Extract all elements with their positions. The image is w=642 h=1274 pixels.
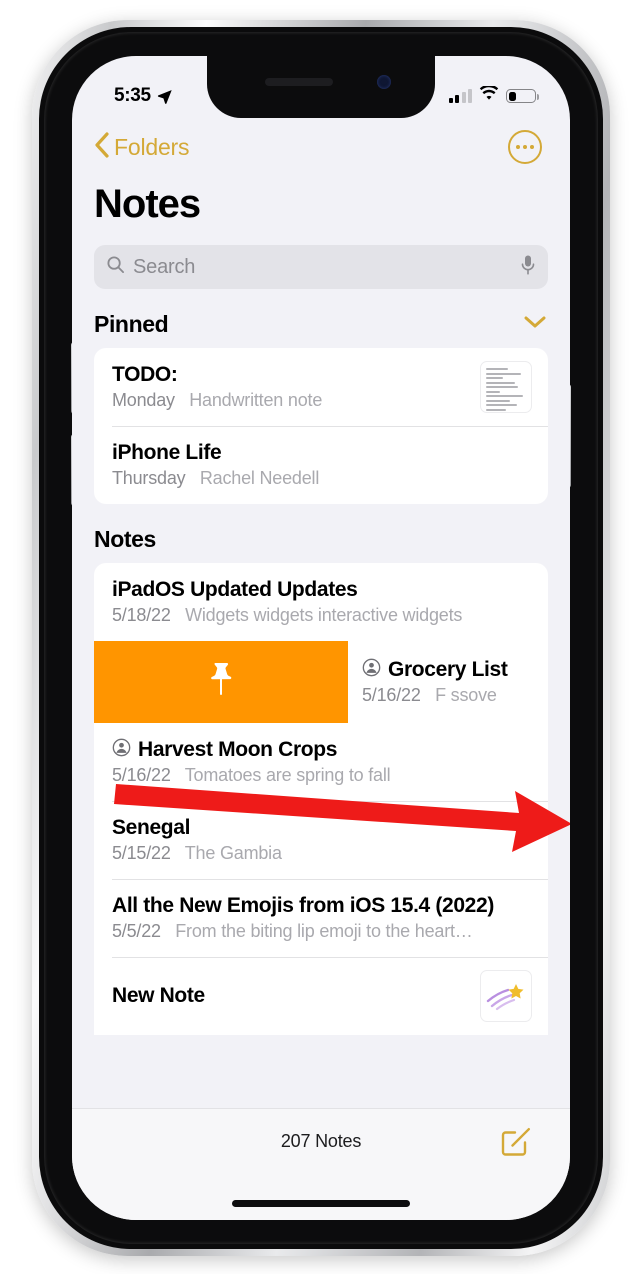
status-bar-right — [448, 84, 539, 106]
pin-swipe-action-button[interactable] — [94, 641, 348, 723]
section-title: Notes — [94, 526, 156, 552]
note-snippet: Widgets widgets interactive widgets — [185, 605, 463, 625]
note-title: iPhone Life — [112, 441, 222, 464]
note-snippet: F ssove — [435, 685, 497, 705]
note-title-line: iPadOS Updated Updates — [112, 578, 532, 602]
earpiece-speaker — [265, 78, 333, 86]
note-title: Harvest Moon Crops — [138, 738, 338, 761]
microphone-icon[interactable] — [520, 254, 536, 281]
note-title: TODO: — [112, 363, 178, 386]
more-options-button[interactable] — [508, 130, 542, 164]
note-text-block: Senegal 5/15/22 The Gambia — [112, 816, 532, 864]
shooting-star-thumbnail — [480, 970, 532, 1022]
navigation-bar: Folders — [72, 118, 570, 176]
list-item[interactable]: New Note — [94, 957, 548, 1035]
note-title-line: Grocery List — [362, 658, 538, 682]
notes-count-label: 207 Notes — [280, 1131, 362, 1151]
note-text-block: New Note — [112, 984, 470, 1008]
pinned-notes-group: TODO: Monday Handwritten note iPhone Lif… — [94, 348, 548, 504]
note-date: 5/16/22 — [112, 765, 171, 785]
note-snippet: Rachel Needell — [199, 468, 320, 488]
back-button-label: Folders — [114, 133, 190, 160]
compose-note-icon[interactable] — [498, 1123, 534, 1159]
note-title-line: Harvest Moon Crops — [112, 738, 532, 762]
note-title: Senegal — [112, 816, 191, 839]
note-text-block: TODO: Monday Handwritten note — [112, 363, 470, 411]
search-container: Search — [72, 227, 570, 289]
swiped-note-content[interactable]: Grocery List 5/16/22 F ssove — [348, 641, 548, 723]
note-title-line: iPhone Life — [112, 441, 532, 465]
list-item[interactable]: iPhone Life Thursday Rachel Needell — [94, 426, 548, 504]
notch — [207, 56, 435, 118]
note-subtitle: Thursday Rachel Needell — [112, 468, 532, 489]
section-header-pinned[interactable]: Pinned — [72, 289, 570, 348]
notes-group: iPadOS Updated Updates 5/18/22 Widgets w… — [94, 563, 548, 1035]
cellular-bars-icon — [448, 88, 472, 103]
bottom-toolbar: 207 Notes — [72, 1108, 570, 1220]
wifi-icon — [479, 84, 499, 106]
page-title: Notes — [94, 182, 201, 226]
shared-note-icon — [112, 738, 131, 762]
ellipsis-dot — [523, 145, 527, 149]
ellipsis-dot — [516, 145, 520, 149]
status-time: 5:35 — [114, 85, 151, 106]
chevron-down-icon[interactable] — [524, 315, 546, 334]
ellipsis-dot — [530, 145, 534, 149]
screenshot-stage: 5:35 Folders Notes Search Pinned TODO: M… — [0, 0, 642, 1274]
note-title: iPadOS Updated Updates — [112, 578, 358, 601]
shared-note-icon — [362, 658, 381, 682]
note-title-line: Senegal — [112, 816, 532, 840]
note-text-block: All the New Emojis from iOS 15.4 (2022) … — [112, 894, 532, 942]
note-subtitle: Monday Handwritten note — [112, 390, 470, 411]
pin-icon — [206, 660, 236, 705]
note-snippet: The Gambia — [184, 843, 282, 863]
note-subtitle: 5/16/22 F ssove — [362, 685, 538, 706]
status-bar-left: 5:35 — [114, 85, 173, 107]
swiped-list-item[interactable]: Grocery List 5/16/22 F ssove — [94, 641, 548, 723]
note-title: New Note — [112, 984, 205, 1007]
location-arrow-icon — [156, 88, 173, 105]
note-date: Thursday — [112, 468, 186, 488]
search-field[interactable]: Search — [94, 245, 548, 289]
note-text-block: iPadOS Updated Updates 5/18/22 Widgets w… — [112, 578, 532, 626]
front-camera — [377, 75, 391, 89]
note-snippet: Handwritten note — [189, 390, 323, 410]
thumbnail-lines — [486, 368, 526, 411]
note-subtitle: 5/16/22 Tomatoes are spring to fall — [112, 765, 532, 786]
section-title: Pinned — [94, 311, 169, 337]
note-date: 5/16/22 — [362, 685, 421, 705]
chevron-left-icon — [94, 131, 110, 163]
note-title: Grocery List — [388, 658, 508, 681]
magnifier-icon — [106, 255, 125, 279]
note-title: All the New Emojis from iOS 15.4 (2022) — [112, 894, 494, 917]
section-header-notes: Notes — [72, 504, 570, 563]
search-input[interactable]: Search — [133, 256, 512, 279]
list-item[interactable]: Harvest Moon Crops 5/16/22 Tomatoes are … — [94, 723, 548, 801]
back-to-folders-button[interactable]: Folders — [94, 131, 190, 163]
list-item[interactable]: TODO: Monday Handwritten note — [94, 348, 548, 426]
phone-screen: 5:35 Folders Notes Search Pinned TODO: M… — [72, 56, 570, 1220]
note-title-line: All the New Emojis from iOS 15.4 (2022) — [112, 894, 532, 918]
note-date: 5/18/22 — [112, 605, 171, 625]
list-item[interactable]: iPadOS Updated Updates 5/18/22 Widgets w… — [94, 563, 548, 641]
note-text-block: iPhone Life Thursday Rachel Needell — [112, 441, 532, 489]
note-snippet: From the biting lip emoji to the heart… — [175, 921, 473, 941]
handwritten-note-thumbnail — [480, 361, 532, 413]
list-item[interactable]: Senegal 5/15/22 The Gambia — [94, 801, 548, 879]
notes-list-scroll[interactable]: Notes Search Pinned TODO: Monday Handwri… — [72, 176, 570, 1108]
note-text-block: Harvest Moon Crops 5/16/22 Tomatoes are … — [112, 738, 532, 786]
note-snippet: Tomatoes are spring to fall — [184, 765, 391, 785]
home-indicator[interactable] — [232, 1200, 410, 1207]
note-title-line: TODO: — [112, 363, 470, 387]
list-item[interactable]: All the New Emojis from iOS 15.4 (2022) … — [94, 879, 548, 957]
battery-icon — [506, 89, 539, 103]
note-subtitle: 5/15/22 The Gambia — [112, 843, 532, 864]
note-subtitle: 5/18/22 Widgets widgets interactive widg… — [112, 605, 532, 626]
note-date: 5/15/22 — [112, 843, 171, 863]
note-date: Monday — [112, 390, 175, 410]
note-title-line: New Note — [112, 984, 470, 1008]
note-date: 5/5/22 — [112, 921, 161, 941]
note-subtitle: 5/5/22 From the biting lip emoji to the … — [112, 921, 532, 942]
